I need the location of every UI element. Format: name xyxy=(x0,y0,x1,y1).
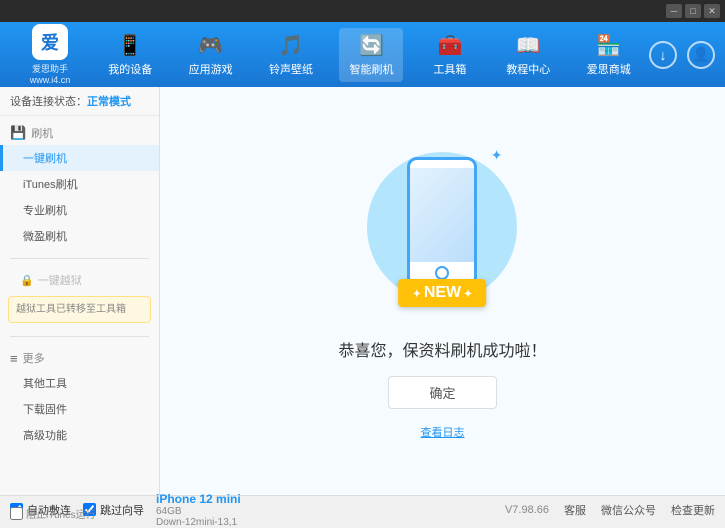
version-text: V7.98.66 xyxy=(505,504,549,516)
nav-right-actions: ↓ 👤 xyxy=(649,41,715,69)
one-click-flash-label: 一键刷机 xyxy=(23,153,67,165)
sidebar-more-section: ≡ 更多 其他工具 下载固件 高级功能 xyxy=(0,341,159,453)
device-name: iPhone 12 mini xyxy=(156,492,241,506)
sidebar-more-header[interactable]: ≡ 更多 xyxy=(0,346,159,370)
nav-my-device[interactable]: 📱 我的设备 xyxy=(98,28,162,82)
other-tools-label: 其他工具 xyxy=(23,378,67,390)
bottom-right: V7.98.66 客服 微信公众号 检查更新 xyxy=(505,502,715,518)
prevent-itunes-checkbox[interactable] xyxy=(10,507,23,520)
logo-line1: 爱思助手 xyxy=(32,62,68,75)
minimize-button[interactable]: ─ xyxy=(666,4,682,18)
support-link[interactable]: 客服 xyxy=(564,502,586,518)
sparkles-icon: ✦ xyxy=(491,147,503,164)
more-section-icon: ≡ xyxy=(10,351,18,366)
wechat-link[interactable]: 微信公众号 xyxy=(601,502,656,518)
confirm-button[interactable]: 确定 xyxy=(388,376,496,409)
advanced-label: 高级功能 xyxy=(23,430,67,442)
divider-2 xyxy=(10,336,149,337)
new-badge: NEW xyxy=(399,279,487,307)
jailbreak-notice: 越狱工具已转移至工具箱 xyxy=(8,296,151,323)
jailbreak-notice-text: 越狱工具已转移至工具箱 xyxy=(16,304,126,315)
jailbreak-label: 一键越狱 xyxy=(38,272,82,288)
nav-apps-games-icon: 🎮 xyxy=(198,33,223,58)
nav-apps-games-label: 应用游戏 xyxy=(189,61,233,77)
user-button[interactable]: 👤 xyxy=(687,41,715,69)
downgrade-flash-label: 微盈刷机 xyxy=(23,231,67,243)
nav-tutorial-label: 教程中心 xyxy=(506,61,550,77)
logo[interactable]: 爱 爱思助手 www.i4.cn xyxy=(10,24,90,85)
sidebar-jailbreak-header: 🔒 一键越狱 xyxy=(0,268,159,292)
nav-toolbox-icon: 🧰 xyxy=(437,33,462,58)
device-info: iPhone 12 mini 64GB Down-12mini-13,1 xyxy=(156,492,241,528)
sidebar: 设备连接状态：正常模式 💾 刷机 一键刷机 iTunes刷机 专业刷机 微盈刷机 xyxy=(0,87,160,495)
nav-my-device-icon: 📱 xyxy=(118,33,143,58)
sidebar-item-downgrade-flash[interactable]: 微盈刷机 xyxy=(0,223,159,249)
pro-flash-label: 专业刷机 xyxy=(23,205,67,217)
nav-aisi-store-label: 爱思商城 xyxy=(587,61,631,77)
nav-ringtone[interactable]: 🎵 铃声壁纸 xyxy=(259,28,323,82)
divider-1 xyxy=(10,258,149,259)
itunes-label: 阻止iTunes运行 xyxy=(26,506,96,521)
sidebar-item-pro-flash[interactable]: 专业刷机 xyxy=(0,197,159,223)
download-button[interactable]: ↓ xyxy=(649,41,677,69)
sidebar-jailbreak-section: 🔒 一键越狱 越狱工具已转移至工具箱 xyxy=(0,263,159,332)
nav-aisi-store[interactable]: 🏪 爱思商城 xyxy=(577,28,641,82)
phone-illustration: ✦ NEW xyxy=(362,142,522,322)
phone-screen xyxy=(410,168,474,262)
again-link[interactable]: 查看日志 xyxy=(420,424,464,440)
close-button[interactable]: ✕ xyxy=(704,4,720,18)
status-label: 设备连接状态： xyxy=(10,96,87,108)
more-section-label: 更多 xyxy=(23,350,45,366)
sidebar-flash-header[interactable]: 💾 刷机 xyxy=(0,121,159,145)
itunes-bar: 阻止iTunes运行 xyxy=(10,506,96,521)
sidebar-item-other-tools[interactable]: 其他工具 xyxy=(0,370,159,396)
main-area: 设备连接状态：正常模式 💾 刷机 一键刷机 iTunes刷机 专业刷机 微盈刷机 xyxy=(0,87,725,495)
success-message: 恭喜您，保资料刷机成功啦！ xyxy=(338,337,546,361)
content-area: ✦ NEW 恭喜您，保资料刷机成功啦！ 确定 查看日志 xyxy=(160,87,725,495)
sidebar-item-download-firmware[interactable]: 下载固件 xyxy=(0,396,159,422)
success-illustration: ✦ NEW 恭喜您，保资料刷机成功啦！ 确定 查看日志 xyxy=(338,142,546,440)
logo-line2: www.i4.cn xyxy=(30,75,71,85)
nav-smart-flash-label: 智能刷机 xyxy=(349,61,393,77)
update-link[interactable]: 检查更新 xyxy=(671,502,715,518)
nav-ringtone-icon: 🎵 xyxy=(279,33,304,58)
nav-tutorial-icon: 📖 xyxy=(516,33,541,58)
logo-icon: 爱 xyxy=(32,24,68,60)
flash-section-icon: 💾 xyxy=(10,125,26,141)
nav-ringtone-label: 铃声壁纸 xyxy=(269,61,313,77)
maximize-button[interactable]: □ xyxy=(685,4,701,18)
nav-toolbox[interactable]: 🧰 工具箱 xyxy=(420,28,480,82)
nav-apps-games[interactable]: 🎮 应用游戏 xyxy=(179,28,243,82)
nav-tutorial[interactable]: 📖 教程中心 xyxy=(496,28,560,82)
header: 爱 爱思助手 www.i4.cn 📱 我的设备 🎮 应用游戏 🎵 铃声壁纸 🔄 … xyxy=(0,22,725,87)
sidebar-item-advanced[interactable]: 高级功能 xyxy=(0,422,159,448)
nav-aisi-store-icon: 🏪 xyxy=(596,33,621,58)
title-bar: ─ □ ✕ xyxy=(0,0,725,22)
device-firmware: Down-12mini-13,1 xyxy=(156,517,241,528)
status-value: 正常模式 xyxy=(87,96,131,108)
phone-home-btn xyxy=(435,266,449,280)
bottom-bar: 自动敷连 跳过向导 iPhone 12 mini 64GB Down-12min… xyxy=(0,495,725,523)
device-status-bar: 设备连接状态：正常模式 xyxy=(0,87,159,116)
lock-icon: 🔒 xyxy=(20,274,34,287)
flash-section-label: 刷机 xyxy=(31,125,53,141)
phone-shape xyxy=(407,157,477,287)
nav-my-device-label: 我的设备 xyxy=(108,61,152,77)
sidebar-flash-section: 💾 刷机 一键刷机 iTunes刷机 专业刷机 微盈刷机 xyxy=(0,116,159,254)
sidebar-item-one-click-flash[interactable]: 一键刷机 xyxy=(0,145,159,171)
nav-smart-flash[interactable]: 🔄 智能刷机 xyxy=(339,28,403,82)
itunes-flash-label: iTunes刷机 xyxy=(23,179,78,191)
device-storage: 64GB xyxy=(156,506,241,517)
nav-toolbox-label: 工具箱 xyxy=(433,61,466,77)
nav-bar: 📱 我的设备 🎮 应用游戏 🎵 铃声壁纸 🔄 智能刷机 🧰 工具箱 📖 教程中心… xyxy=(90,28,649,82)
sidebar-item-itunes-flash[interactable]: iTunes刷机 xyxy=(0,171,159,197)
nav-smart-flash-icon: 🔄 xyxy=(359,33,384,58)
skip-wizard-label: 跳过向导 xyxy=(100,502,144,518)
download-firmware-label: 下载固件 xyxy=(23,404,67,416)
